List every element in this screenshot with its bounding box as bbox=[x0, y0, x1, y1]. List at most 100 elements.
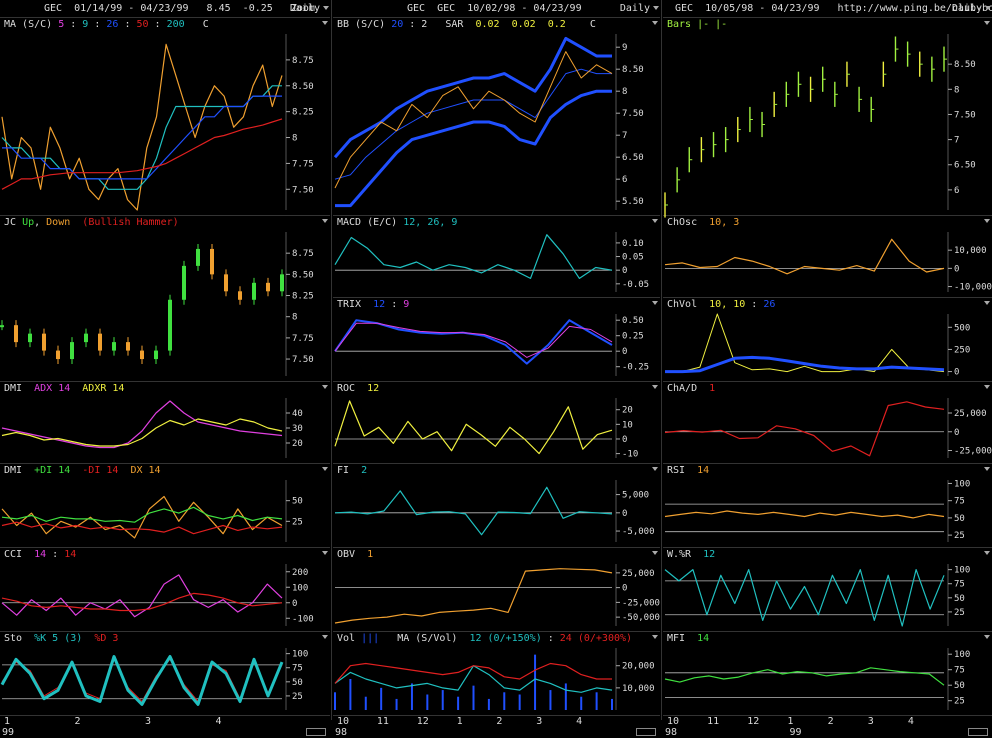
period-select[interactable]: Daily bbox=[620, 3, 650, 14]
y-tick-label: 7.50 bbox=[292, 185, 314, 195]
panel-wpr[interactable]: 25 50 75 100 W.%R 12 bbox=[663, 548, 992, 632]
chevron-down-icon[interactable] bbox=[652, 301, 658, 305]
panel-bb[interactable]: 5.50 6 6.50 7 7.50 8 8.50 9 BB (S/C) 20 : 2 SAR … bbox=[333, 18, 660, 216]
month-label: 1 bbox=[456, 716, 463, 727]
panel-chvol[interactable]: 0 250 500 ChVol 10, 10 : 26 bbox=[663, 298, 992, 382]
chart-bb: 5.50 6 6.50 7 7.50 8 8.50 9 bbox=[333, 34, 660, 216]
legend-entry: ||| bbox=[361, 633, 380, 644]
month-label: 4 bbox=[576, 716, 583, 727]
legend-entry: DMI bbox=[4, 465, 35, 476]
y-tick-label: 200 bbox=[292, 568, 308, 578]
chevron-down-icon[interactable] bbox=[652, 635, 658, 639]
chevron-down-icon[interactable] bbox=[322, 551, 328, 555]
legend-entry: : bbox=[745, 299, 764, 310]
y-tick-label: 75 bbox=[292, 664, 303, 674]
panel-legend: DMI +DI 14 -DI 14 DX 14 bbox=[4, 465, 161, 476]
chevron-down-icon[interactable] bbox=[652, 219, 658, 223]
header-title: GEC 10/05/98 - 04/23/99 http://www.ping.… bbox=[675, 3, 992, 14]
legend-entry: Down bbox=[46, 217, 71, 228]
series-line bbox=[1, 85, 282, 190]
chevron-down-icon[interactable] bbox=[984, 219, 990, 223]
chevron-down-icon[interactable] bbox=[652, 385, 658, 389]
chart-chvol: 0 250 500 bbox=[663, 313, 992, 382]
series-line bbox=[664, 510, 945, 519]
legend-entry: : bbox=[541, 633, 560, 644]
panel-roc[interactable]: -10 0 10 20 ROC 12 bbox=[333, 382, 660, 464]
panel-ma[interactable]: 7.50 7.75 8 8.25 8.50 8.75 MA (S/C) 5 : 9 : 26… bbox=[0, 18, 330, 216]
time-axis-1: 1 2 3 4 99 bbox=[0, 716, 330, 738]
panel-bars[interactable]: 6 6.50 7 7.50 8 8.50 Bars |- |- bbox=[663, 18, 992, 218]
panel-sto[interactable]: 25 50 75 100 Sto %K 5 (3) %D 3 bbox=[0, 632, 330, 716]
chevron-down-icon[interactable] bbox=[984, 21, 990, 25]
panel-obv[interactable]: -50,000 -25,000 0 25,000 OBV 1 bbox=[333, 548, 660, 632]
y-tick-label: 50 bbox=[954, 594, 965, 604]
scroll-handle[interactable] bbox=[636, 728, 656, 736]
panel-dmi2[interactable]: 25 50 DMI +DI 14 -DI 14 DX 14 bbox=[0, 464, 330, 548]
legend-entry: : bbox=[64, 19, 83, 30]
panel-legend: MACD (E/C) 12, 26, 9 bbox=[337, 217, 457, 228]
month-label: 4 bbox=[215, 716, 222, 727]
y-tick-label: 7 bbox=[954, 136, 959, 146]
series-line bbox=[334, 322, 613, 358]
panel-cci[interactable]: -100 0 100 200 CCI 14 : 14 bbox=[0, 548, 330, 632]
legend-entry: 14 bbox=[34, 549, 47, 560]
legend-entry: 14 bbox=[64, 549, 77, 560]
chevron-down-icon[interactable] bbox=[985, 6, 991, 10]
panel-chosc[interactable]: -10,000 0 10,000 ChOsc 10, 3 bbox=[663, 216, 992, 298]
y-tick-label: 25 bbox=[292, 692, 303, 702]
panel-vol[interactable]: 10,000 20,000 Vol ||| MA (S/Vol) 12 (0/+15… bbox=[333, 632, 660, 716]
legend-entry: , bbox=[34, 217, 47, 228]
panel-legend: DMI ADX 14 ADXR 14 bbox=[4, 383, 124, 394]
y-tick-label: 5.50 bbox=[622, 197, 644, 207]
panel-chad[interactable]: -25,000 0 25,000 ChA/D 1 bbox=[663, 382, 992, 464]
panel-jc[interactable]: 7.50 7.75 8 8.25 8.50 8.75 JC Up, Down (Bullis… bbox=[0, 216, 330, 382]
y-tick-label: 6 bbox=[622, 175, 627, 185]
y-tick-label: 25,000 bbox=[954, 409, 987, 419]
chevron-down-icon[interactable] bbox=[322, 219, 328, 223]
panel-trix[interactable]: -0.25 0 0.25 0.50 TRIX 12 : 9 bbox=[333, 298, 660, 382]
chevron-down-icon[interactable] bbox=[322, 635, 328, 639]
legend-entry: 1 bbox=[367, 549, 374, 560]
chevron-down-icon[interactable] bbox=[652, 467, 658, 471]
scroll-handle[interactable] bbox=[968, 728, 988, 736]
chevron-down-icon[interactable] bbox=[984, 551, 990, 555]
y-tick-label: 8.25 bbox=[292, 108, 314, 118]
legend-entry: : bbox=[385, 299, 404, 310]
scroll-handle[interactable] bbox=[306, 728, 326, 736]
period-select[interactable]: Daily bbox=[290, 3, 320, 14]
y-tick-label: 100 bbox=[954, 566, 970, 576]
chevron-down-icon[interactable] bbox=[984, 385, 990, 389]
chevron-down-icon[interactable] bbox=[652, 551, 658, 555]
legend-entry: 0.02 bbox=[511, 19, 536, 30]
chevron-down-icon[interactable] bbox=[984, 467, 990, 471]
y-tick-label: 10 bbox=[622, 420, 633, 430]
month-label: 10 bbox=[337, 716, 350, 727]
chevron-down-icon[interactable] bbox=[322, 21, 328, 25]
chevron-down-icon[interactable] bbox=[322, 467, 328, 471]
y-tick-label: 10,000 bbox=[622, 684, 655, 694]
panel-mfi[interactable]: 25 50 75 100 MFI 14 bbox=[663, 632, 992, 716]
legend-entry bbox=[70, 465, 82, 476]
chevron-down-icon[interactable] bbox=[323, 6, 329, 10]
legend-entry: ADXR 14 bbox=[82, 383, 125, 394]
legend-entry: 9 bbox=[403, 299, 410, 310]
panel-legend: W.%R 12 bbox=[667, 549, 715, 560]
y-tick-label: 0.10 bbox=[622, 239, 644, 249]
panel-legend: FI 2 bbox=[337, 465, 367, 476]
panel-dmi1[interactable]: 20 30 40 DMI ADX 14 ADXR 14 bbox=[0, 382, 330, 464]
chevron-down-icon[interactable] bbox=[322, 385, 328, 389]
panel-fi[interactable]: -5,000 0 5,000 FI 2 bbox=[333, 464, 660, 548]
chevron-down-icon[interactable] bbox=[652, 21, 658, 25]
legend-entry: : bbox=[148, 19, 167, 30]
chevron-down-icon[interactable] bbox=[653, 6, 659, 10]
chart-dmi2: 25 50 bbox=[0, 480, 330, 548]
period-select[interactable]: Daily bbox=[952, 3, 982, 14]
year-label: 98 bbox=[665, 727, 678, 738]
panel-macd[interactable]: -0.05 0 0.05 0.10 MACD (E/C) 12, 26, 9 bbox=[333, 216, 660, 298]
legend-entry: 2 bbox=[361, 465, 368, 476]
panel-legend: TRIX 12 : 9 bbox=[337, 299, 409, 310]
chevron-down-icon[interactable] bbox=[984, 301, 990, 305]
legend-entry: : bbox=[118, 19, 137, 30]
chevron-down-icon[interactable] bbox=[984, 635, 990, 639]
panel-rsi[interactable]: 25 50 75 100 RSI 14 bbox=[663, 464, 992, 548]
